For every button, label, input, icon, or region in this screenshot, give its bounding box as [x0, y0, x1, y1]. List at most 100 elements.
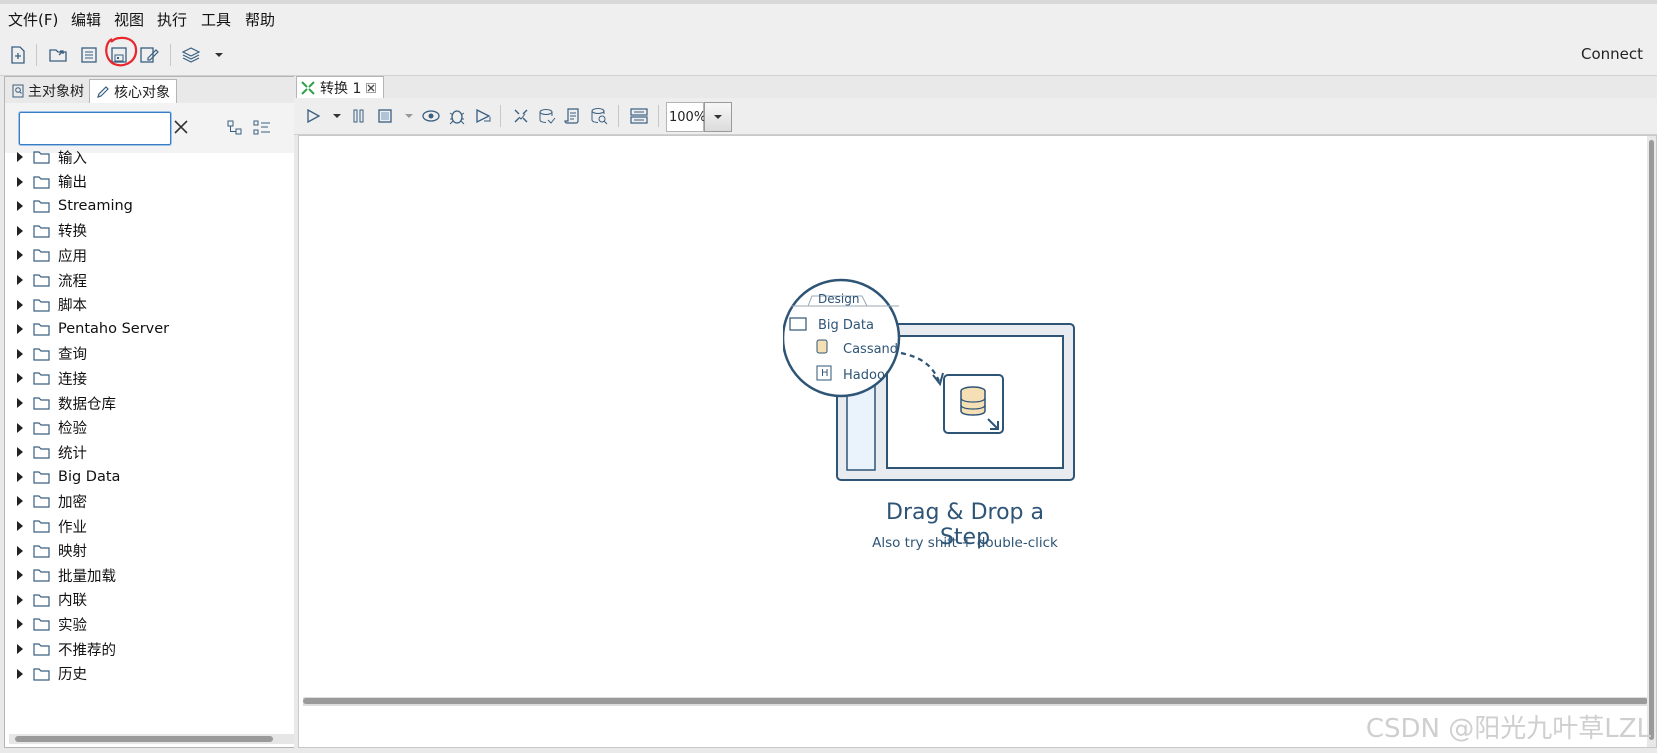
sql-script-icon[interactable] — [562, 105, 584, 127]
folder-icon — [33, 298, 50, 312]
impact-icon[interactable] — [536, 105, 558, 127]
tree-category[interactable]: Streaming — [5, 194, 305, 218]
transformation-canvas[interactable]: Design Big Data Cassandr Hadoop H Drag &… — [298, 135, 1657, 748]
menu-edit[interactable]: 编辑 — [71, 9, 101, 30]
expand-arrow-icon[interactable] — [17, 521, 23, 531]
pause-icon[interactable] — [348, 105, 370, 127]
tree-category[interactable]: 连接 — [5, 366, 305, 390]
expand-arrow-icon[interactable] — [17, 152, 23, 162]
debug-bug-icon[interactable] — [446, 105, 468, 127]
tree-category-label: 批量加载 — [58, 568, 116, 585]
menu-file[interactable]: 文件(F) — [8, 9, 58, 30]
scrollbar-thumb[interactable] — [1649, 140, 1654, 740]
new-file-icon[interactable] — [7, 44, 29, 66]
expand-arrow-icon[interactable] — [17, 668, 23, 679]
tree-category[interactable]: 数据仓库 — [5, 391, 305, 415]
expand-arrow-icon[interactable] — [17, 176, 23, 187]
expand-arrow-icon[interactable] — [17, 471, 23, 482]
expand-arrow-icon[interactable] — [17, 373, 23, 384]
tree-category[interactable]: 检验 — [5, 416, 305, 440]
expand-arrow-icon[interactable] — [17, 619, 23, 630]
expand-arrow-icon[interactable] — [17, 201, 23, 212]
tree-category-label: 统计 — [58, 445, 87, 462]
menu-help[interactable]: 帮助 — [245, 9, 275, 30]
highlight-circle — [105, 36, 138, 67]
tree-category[interactable]: 内联 — [5, 588, 305, 612]
tree-category[interactable]: 输出 — [5, 170, 305, 194]
explore-db-icon[interactable] — [588, 105, 610, 127]
connect-button[interactable]: Connect — [1581, 45, 1643, 63]
tree-category[interactable]: 应用 — [5, 243, 305, 267]
zoom-input[interactable]: 100% — [666, 102, 706, 132]
tree-category-label: 输入 — [58, 150, 87, 167]
tree-category[interactable]: 历史 — [5, 662, 305, 686]
tree-category[interactable]: 不推荐的 — [5, 637, 305, 661]
drag-drop-illustration — [783, 278, 1075, 481]
expand-arrow-icon[interactable] — [17, 422, 23, 433]
folder-icon — [33, 569, 50, 582]
tab-transform-1[interactable]: 转换 1 — [296, 76, 384, 98]
close-tab-icon[interactable] — [366, 82, 377, 93]
expand-arrow-icon[interactable] — [17, 570, 23, 581]
results-pane-icon[interactable] — [628, 105, 650, 127]
tree-category[interactable]: 批量加载 — [5, 563, 305, 587]
open-icon[interactable] — [48, 44, 70, 66]
tab-label: 核心对象 — [114, 85, 170, 101]
replay-icon[interactable] — [472, 105, 494, 127]
preview-eye-icon[interactable] — [420, 105, 442, 127]
folder-icon — [33, 618, 50, 631]
layers-icon[interactable] — [180, 44, 202, 66]
expand-arrow-icon[interactable] — [17, 545, 23, 556]
scrollbar-thumb[interactable] — [15, 736, 273, 742]
tree-category[interactable]: 脚本 — [5, 293, 305, 317]
tree-category[interactable]: Big Data — [5, 465, 305, 489]
menu-tools[interactable]: 工具 — [201, 9, 231, 30]
expand-arrow-icon[interactable] — [17, 250, 23, 261]
canvas-vertical-scrollbar[interactable] — [1647, 136, 1656, 747]
expand-arrow-icon[interactable] — [17, 398, 23, 408]
explore-repo-icon[interactable] — [78, 44, 100, 66]
verify-icon[interactable] — [510, 105, 532, 127]
big-data-folder-label: Big Data — [818, 318, 874, 333]
expand-tree-icon[interactable] — [253, 120, 271, 140]
tree-category-label: Pentaho Server — [58, 321, 170, 338]
clear-search-icon[interactable] — [173, 119, 189, 139]
run-icon[interactable] — [302, 105, 324, 127]
tree-category[interactable]: 作业 — [5, 514, 305, 538]
tree-category[interactable]: 统计 — [5, 440, 305, 464]
expand-arrow-icon[interactable] — [17, 299, 23, 310]
left-horizontal-scrollbar[interactable] — [9, 734, 304, 744]
expand-arrow-icon[interactable] — [17, 594, 23, 605]
expand-arrow-icon[interactable] — [17, 324, 23, 335]
run-options-dropdown-icon[interactable] — [326, 105, 348, 127]
expand-arrow-icon[interactable] — [17, 348, 23, 359]
transformation-icon — [301, 80, 315, 95]
menu-view[interactable]: 视图 — [114, 9, 144, 30]
search-input[interactable] — [19, 112, 171, 145]
tree-category[interactable]: Pentaho Server — [5, 317, 305, 341]
expand-arrow-icon[interactable] — [17, 496, 23, 507]
tree-category-label: 历史 — [58, 667, 87, 684]
tree-category[interactable]: 加密 — [5, 489, 305, 513]
menu-run[interactable]: 执行 — [157, 9, 187, 30]
tab-main-object-tree[interactable]: 主对象树 — [6, 79, 90, 102]
expand-arrow-icon[interactable] — [17, 447, 23, 458]
save-as-icon[interactable] — [138, 44, 160, 66]
tree-category[interactable]: 转换 — [5, 219, 305, 243]
collapse-tree-icon[interactable] — [227, 120, 243, 140]
expand-arrow-icon[interactable] — [17, 225, 23, 236]
expand-arrow-icon[interactable] — [17, 644, 23, 654]
dropdown-icon[interactable] — [208, 44, 230, 66]
tree-category[interactable]: 流程 — [5, 268, 305, 292]
stop-dropdown-icon[interactable] — [398, 105, 420, 127]
canvas-horizontal-scrollbar[interactable] — [303, 697, 1648, 706]
tree-category[interactable]: 映射 — [5, 539, 305, 563]
stop-icon[interactable] — [374, 105, 396, 127]
tab-core-objects[interactable]: 核心对象 — [89, 79, 177, 104]
tree-category[interactable]: 输入 — [5, 145, 305, 169]
zoom-dropdown-button[interactable] — [704, 102, 732, 132]
scrollbar-thumb[interactable] — [303, 698, 1648, 704]
tree-category[interactable]: 实验 — [5, 612, 305, 636]
tree-category[interactable]: 查询 — [5, 342, 305, 366]
expand-arrow-icon[interactable] — [17, 275, 23, 285]
